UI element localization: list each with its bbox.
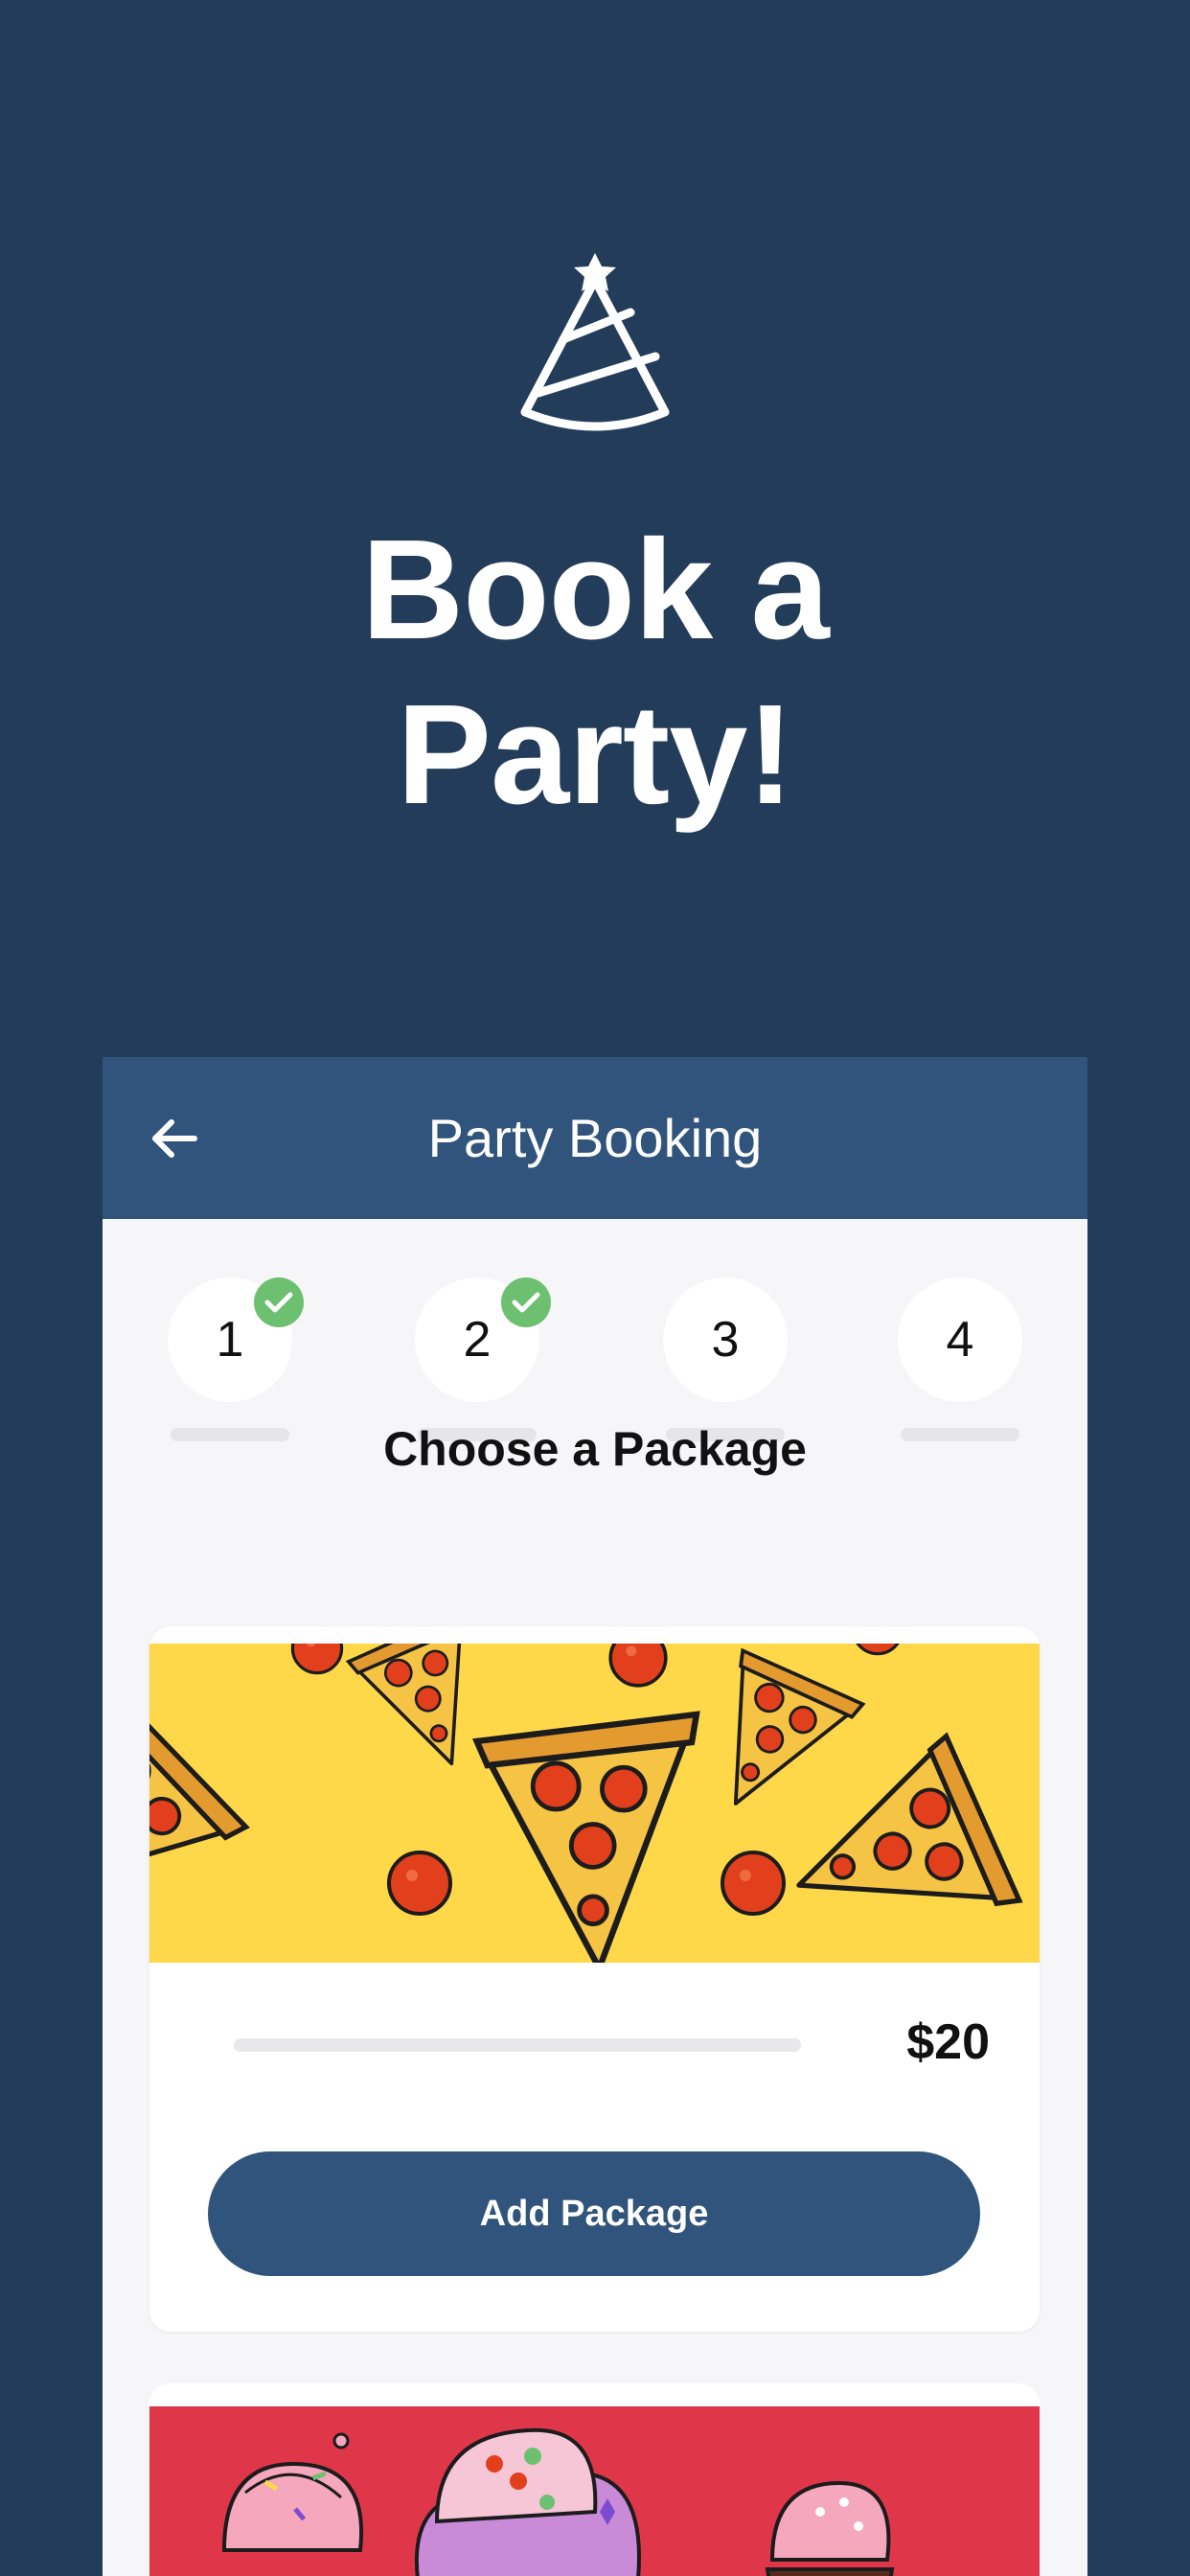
app-header: Party Booking (103, 1057, 1087, 1219)
step-3[interactable]: 3 (663, 1277, 788, 1445)
step-4[interactable]: 4 (898, 1277, 1022, 1445)
package-card-cupcake (149, 2383, 1040, 2576)
section-title: Choose a Package (383, 1422, 807, 1476)
arrow-left-icon (152, 1119, 197, 1158)
check-icon (254, 1277, 304, 1327)
cupcake-illustration (149, 2406, 1040, 2576)
step-3-circle[interactable]: 3 (663, 1277, 788, 1402)
party-hat-icon (520, 253, 670, 431)
check-icon (501, 1277, 551, 1327)
hero-title-line-2: Party! (397, 676, 794, 834)
step-2[interactable]: 2 (415, 1277, 551, 1445)
package-price: $20 (906, 2014, 990, 2070)
step-1[interactable]: 1 (168, 1277, 304, 1445)
back-button[interactable] (143, 1107, 206, 1170)
package-card-pizza: $20 Add Package (149, 1626, 1040, 2332)
pizza-illustration (149, 1644, 1040, 1963)
hero-title-line-1: Book a (361, 511, 829, 669)
step-4-circle[interactable]: 4 (898, 1277, 1022, 1402)
hero-title: Book a Party! (0, 508, 1190, 838)
package-description-placeholder (234, 2038, 801, 2052)
header-title: Party Booking (427, 1108, 763, 1168)
add-package-button[interactable]: Add Package (208, 2151, 980, 2276)
